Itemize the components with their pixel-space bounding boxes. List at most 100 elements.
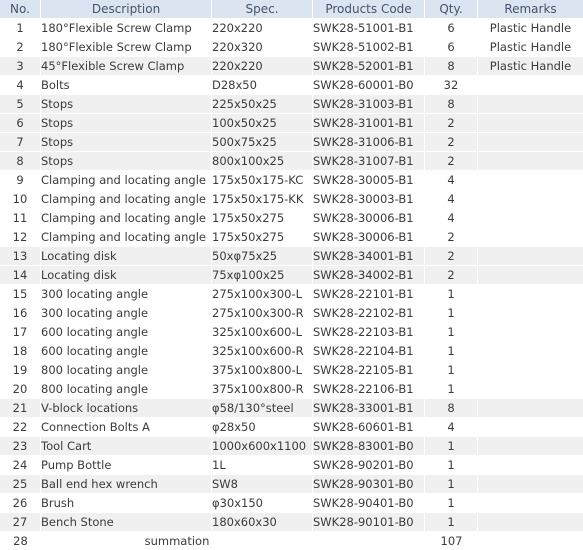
table-row[interactable]: 24 Pump Bottle 1L SWK28-90201-B0 1 [0, 456, 583, 475]
table-row[interactable]: 23 Tool Cart 1000x600x1100 SWK28-83001-B0 1 [0, 437, 583, 456]
cell-no: 18 [0, 342, 41, 361]
cell-products-code: SWK28-90201-B0 [313, 456, 425, 475]
table-row[interactable]: 6 Stops 100x50x25 SWK28-31001-B1 2 [0, 114, 583, 133]
table-row[interactable]: 18 600 locating angle 325x100x600-R SWK28-2… [0, 342, 583, 361]
column-header-remarks[interactable]: Remarks [478, 0, 583, 19]
column-header-description[interactable]: Description [41, 0, 212, 19]
cell-spec: 325x100x600-R [212, 342, 313, 361]
cell-description: Clamping and locating angle [41, 171, 212, 190]
cell-spec: 275x100x300-L [212, 285, 313, 304]
table-row[interactable]: 13 Locating disk 50xφ75x25 SWK28-34001-B1 2 [0, 247, 583, 266]
cell-products-code: SWK28-22105-B1 [313, 361, 425, 380]
cell-description: Stops [41, 152, 212, 171]
cell-description: Clamping and locating angle [41, 228, 212, 247]
table-row[interactable]: 5 Stops 225x50x25 SWK28-31003-B1 8 [0, 95, 583, 114]
column-header-spec[interactable]: Spec. [212, 0, 313, 19]
cell-spec: 375x100x800-R [212, 380, 313, 399]
cell-products-code: SWK28-34002-B1 [313, 266, 425, 285]
table-row[interactable]: 8 Stops 800x100x25 SWK28-31007-B1 2 [0, 152, 583, 171]
cell-products-code: SWK28-22101-B1 [313, 285, 425, 304]
cell-spec: 325x100x600-L [212, 323, 313, 342]
summation-total-qty: 107 [425, 532, 478, 550]
cell-spec: 175x50x275 [212, 209, 313, 228]
cell-no: 3 [0, 57, 41, 76]
cell-remarks [478, 399, 583, 418]
cell-description: 180°Flexible Screw Clamp [41, 19, 212, 38]
table-row[interactable]: 2 180°Flexible Screw Clamp 220x320 SWK28-51… [0, 38, 583, 57]
cell-products-code: SWK28-60601-B1 [313, 418, 425, 437]
table-row[interactable]: 14 Locating disk 75xφ100x25 SWK28-34002-B1 2 [0, 266, 583, 285]
cell-no: 25 [0, 475, 41, 494]
table-row[interactable]: 12 Clamping and locating angle 175x50x275 S… [0, 228, 583, 247]
cell-spec: 175x50x175-KC [212, 171, 313, 190]
cell-remarks [478, 266, 583, 285]
cell-spec: 220x220 [212, 57, 313, 76]
table-row[interactable]: 3 45°Flexible Screw Clamp 220x220 SWK28-520… [0, 57, 583, 76]
cell-products-code: SWK28-90301-B0 [313, 475, 425, 494]
cell-spec: 175x50x175-KK [212, 190, 313, 209]
cell-remarks [478, 247, 583, 266]
cell-description: 300 locating angle [41, 304, 212, 323]
cell-description: Pump Bottle [41, 456, 212, 475]
cell-spec: φ30x150 [212, 494, 313, 513]
cell-qty: 2 [425, 228, 478, 247]
cell-spec: 175x50x275 [212, 228, 313, 247]
cell-spec: SW8 [212, 475, 313, 494]
cell-products-code: SWK28-60001-B0 [313, 76, 425, 95]
table-row[interactable]: 19 800 locating angle 375x100x800-L SWK28-2… [0, 361, 583, 380]
cell-qty: 1 [425, 304, 478, 323]
cell-spec: 375x100x800-L [212, 361, 313, 380]
table-row[interactable]: 15 300 locating angle 275x100x300-L SWK28-2… [0, 285, 583, 304]
cell-no: 17 [0, 323, 41, 342]
cell-products-code: SWK28-22104-B1 [313, 342, 425, 361]
cell-no: 20 [0, 380, 41, 399]
cell-products-code: SWK28-51001-B1 [313, 19, 425, 38]
cell-no: 24 [0, 456, 41, 475]
cell-no: 14 [0, 266, 41, 285]
cell-spec: D28x50 [212, 76, 313, 95]
table-row[interactable]: 4 Bolts D28x50 SWK28-60001-B0 32 [0, 76, 583, 95]
cell-qty: 1 [425, 437, 478, 456]
cell-qty: 4 [425, 209, 478, 228]
table-row[interactable]: 9 Clamping and locating angle 175x50x175-K… [0, 171, 583, 190]
cell-qty: 4 [425, 171, 478, 190]
cell-qty: 32 [425, 76, 478, 95]
cell-spec: 1L [212, 456, 313, 475]
cell-no: 15 [0, 285, 41, 304]
column-header-qty[interactable]: Qty. [425, 0, 478, 19]
cell-description: 300 locating angle [41, 285, 212, 304]
column-header-products-code[interactable]: Products Code [313, 0, 425, 19]
table-row[interactable]: 11 Clamping and locating angle 175x50x275 S… [0, 209, 583, 228]
cell-spec: 75xφ100x25 [212, 266, 313, 285]
table-row[interactable]: 21 V-block locations φ58/130°steel SWK28-33… [0, 399, 583, 418]
cell-no: 16 [0, 304, 41, 323]
column-header-no[interactable]: No. [0, 0, 41, 19]
table-row[interactable]: 22 Connection Bolts Aφ28x50 SWK28-60601-B1… [0, 418, 583, 437]
table-header-row: No. Description Spec. Products Code Qty.… [0, 0, 583, 19]
table-row[interactable]: 20 800 locating angle 375x100x800-R SWK28-2… [0, 380, 583, 399]
cell-qty: 8 [425, 57, 478, 76]
table-row[interactable]: 1 180°Flexible Screw Clamp 220x220 SWK28-51… [0, 19, 583, 38]
cell-products-code: SWK28-30006-B1 [313, 228, 425, 247]
cell-remarks [478, 304, 583, 323]
cell-qty: 2 [425, 266, 478, 285]
cell-remarks [478, 380, 583, 399]
cell-products-code: SWK28-83001-B0 [313, 437, 425, 456]
table-row[interactable]: 25 Ball end hex wrench SW8 SWK28-90301-B0 1 [0, 475, 583, 494]
cell-products-code: SWK28-31001-B1 [313, 114, 425, 133]
table-row[interactable]: 10 Clamping and locating angle 175x50x175-… [0, 190, 583, 209]
cell-spec: 275x100x300-R [212, 304, 313, 323]
table-row[interactable]: 17 600 locating angle 325x100x600-L SWK28-2… [0, 323, 583, 342]
table-row[interactable]: 7 Stops 500x75x25 SWK28-31006-B1 2 [0, 133, 583, 152]
table-row[interactable]: 16 300 locating angle 275x100x300-R SWK28-2… [0, 304, 583, 323]
cell-no: 6 [0, 114, 41, 133]
table-row[interactable]: 26 Brush φ30x150 SWK28-90401-B0 1 [0, 494, 583, 513]
cell-no: 1 [0, 19, 41, 38]
cell-spec: 800x100x25 [212, 152, 313, 171]
cell-description: Connection Bolts A [41, 418, 212, 437]
cell-qty: 4 [425, 190, 478, 209]
cell-qty: 4 [425, 418, 478, 437]
cell-remarks: Plastic Handle [478, 19, 583, 38]
cell-remarks [478, 114, 583, 133]
cell-spec: 1000x600x1100 [212, 437, 313, 456]
